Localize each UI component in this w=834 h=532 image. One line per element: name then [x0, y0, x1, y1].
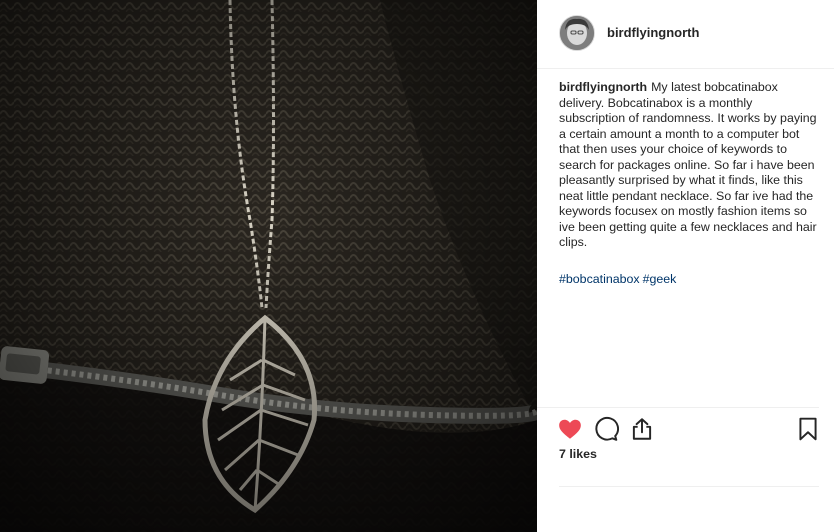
post-caption: birdflyingnorth My latest bobcatinabox de…: [559, 80, 819, 251]
save-button[interactable]: [795, 416, 821, 442]
like-button[interactable]: [557, 416, 583, 442]
avatar-image: [560, 16, 594, 50]
divider: [559, 486, 819, 487]
hashtag-link[interactable]: #geek: [643, 272, 677, 286]
post-header: birdflyingnorth: [537, 0, 834, 69]
header-username[interactable]: birdflyingnorth: [607, 25, 699, 40]
comment-bubble-icon: [595, 416, 619, 441]
hashtag-link[interactable]: #bobcatinabox: [559, 272, 640, 286]
bookmark-icon: [799, 417, 817, 441]
necklace-photo-image: [0, 0, 537, 532]
caption-text: My latest bobcatinabox delivery. Bobcati…: [559, 80, 817, 249]
avatar[interactable]: [559, 15, 595, 51]
heart-icon: [559, 419, 581, 439]
likes-count[interactable]: 7 likes: [559, 447, 597, 461]
action-bar: [537, 407, 819, 448]
share-icon: [632, 418, 652, 440]
post-details-panel: birdflyingnorth birdflyingnorth My latest…: [537, 0, 834, 532]
post-photo[interactable]: [0, 0, 537, 532]
share-button[interactable]: [629, 416, 655, 442]
hashtags: #bobcatinabox #geek: [559, 272, 679, 286]
caption-username[interactable]: birdflyingnorth: [559, 80, 647, 94]
comment-button[interactable]: [593, 416, 619, 442]
